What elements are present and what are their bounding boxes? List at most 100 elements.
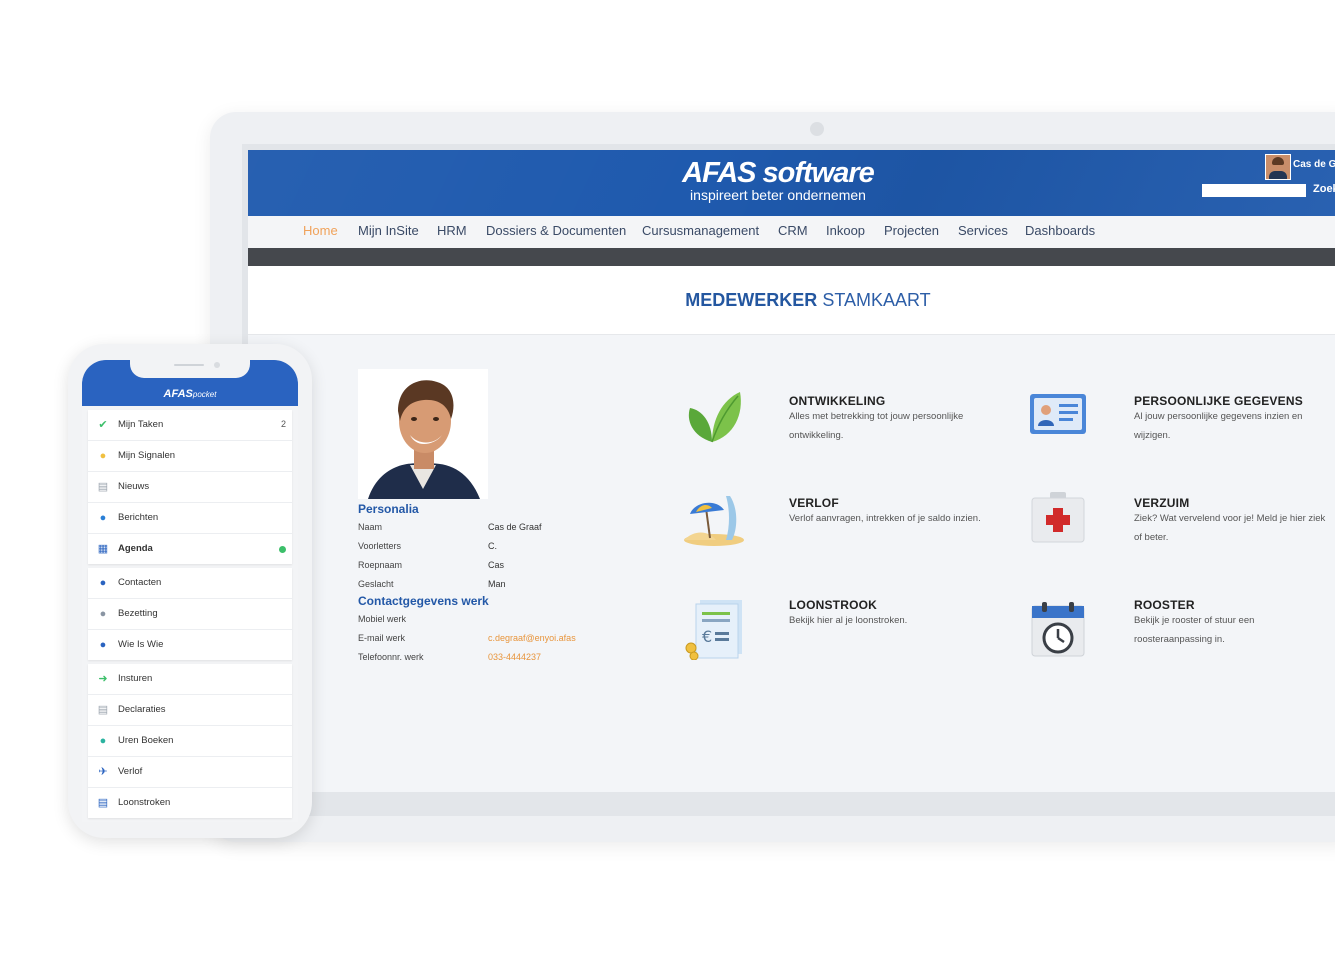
menu-item-mijn-taken[interactable]: ✔ Mijn Taken 2 [88, 410, 292, 441]
tile-verlof-desc: Verlof aanvragen, intrekken of je saldo … [789, 513, 981, 524]
laptop-camera [810, 122, 824, 136]
nav-projecten[interactable]: Projecten [884, 223, 939, 238]
menu-item-label: Wie Is Wie [118, 639, 164, 650]
afas-logo[interactable]: AFAS software inspireert beter onderneme… [678, 156, 878, 202]
menu-item-mijn-signalen[interactable]: ● Mijn Signalen [88, 441, 292, 472]
brand-name: AFAS software [682, 157, 875, 189]
field-label-telefoon: Telefoonnr. werk [358, 652, 424, 662]
nav-cursusmanagement[interactable]: Cursusmanagement [642, 223, 759, 238]
id-card-icon[interactable] [1026, 384, 1090, 448]
nav-crm[interactable]: CRM [778, 223, 808, 238]
bulb-icon: ● [99, 450, 107, 462]
menu-item-uren-boeken[interactable]: ● Uren Boeken [88, 726, 292, 757]
page-title-bold: MEDEWERKER [685, 290, 818, 310]
person-icon: ● [99, 577, 107, 589]
tile-rooster-desc: Bekijk je rooster of stuur een roosteraa… [1134, 615, 1255, 645]
receipt-icon: ▤ [97, 704, 109, 716]
clock-icon: ● [99, 735, 107, 747]
menu-item-nieuws[interactable]: ▤ Nieuws [88, 472, 292, 503]
phone-header: AFASpocket [82, 360, 298, 406]
nav-services[interactable]: Services [958, 223, 1008, 238]
payslip-icon[interactable]: € [682, 596, 746, 661]
menu-item-bezetting[interactable]: ● Bezetting [88, 599, 292, 630]
leaf-icon[interactable] [682, 384, 746, 448]
content-footer-strip [248, 792, 1335, 810]
toolbar-strip [248, 248, 1335, 266]
phone-screen: AFASpocket ✔ Mijn Taken 2 ● Mijn Signale… [82, 360, 298, 822]
calendar-clock-icon[interactable] [1026, 596, 1090, 660]
brand-tagline: inspireert beter ondernemen [690, 187, 866, 203]
first-aid-icon[interactable] [1026, 486, 1090, 550]
status-dot [279, 546, 286, 553]
menu-item-label: Nieuws [118, 481, 150, 492]
user-name[interactable]: Cas de Graaf [1293, 159, 1335, 170]
field-label-voorletters: Voorletters [358, 541, 402, 551]
afas-pocket-logo: AFASpocket [82, 388, 298, 400]
occupancy-icon: ● [99, 608, 107, 620]
page-title-rest: STAMKAART [822, 290, 931, 310]
menu-item-contacten[interactable]: ● Contacten [88, 568, 292, 599]
menu-item-verlof[interactable]: ✈ Verlof [88, 757, 292, 788]
field-label-email: E-mail werk [358, 633, 406, 643]
people-search-icon: ● [99, 639, 107, 651]
chat-icon: ● [99, 512, 107, 524]
calendar-icon: ▦ [97, 543, 109, 555]
employee-photo [358, 369, 488, 499]
search-input[interactable] [1202, 184, 1306, 197]
menu-group-2: ● Contacten ● Bezetting ● Wie Is Wie [88, 568, 292, 660]
plane-icon: ✈ [98, 766, 108, 778]
search-button[interactable]: Zoeken [1313, 183, 1335, 195]
field-label-naam: Naam [358, 522, 383, 532]
contact-heading: Contactgegevens werk [358, 594, 489, 608]
menu-item-insturen[interactable]: ➜ Insturen [88, 664, 292, 695]
beach-icon[interactable] [682, 486, 746, 550]
menu-item-label: Insturen [118, 673, 153, 684]
personalia-heading: Personalia [358, 502, 419, 516]
nav-dossiers[interactable]: Dossiers & Documenten [486, 223, 626, 238]
field-label-roepnaam: Roepnaam [358, 560, 403, 570]
user-avatar[interactable] [1265, 154, 1291, 180]
svg-text:€: € [702, 627, 712, 646]
menu-group-3: ➜ Insturen ▤ Declaraties ● Uren Boeken ✈… [88, 664, 292, 818]
menu-item-declaraties[interactable]: ▤ Declaraties [88, 695, 292, 726]
document-icon: ▤ [97, 797, 109, 809]
menu-item-label: Uren Boeken [118, 735, 174, 746]
main-navigation: Home Mijn InSite HRM Dossiers & Document… [248, 216, 1335, 249]
laptop-screen: AFAS software inspireert beter onderneme… [242, 144, 1335, 816]
email-link[interactable]: c.degraaf@enyoi.afas [488, 633, 576, 643]
nav-home[interactable]: Home [303, 223, 338, 238]
menu-item-loonstroken[interactable]: ▤ Loonstroken [88, 788, 292, 818]
nav-mijn-insite[interactable]: Mijn InSite [358, 223, 419, 238]
menu-item-label: Mijn Taken [118, 419, 164, 430]
tile-persoonlijk-title[interactable]: PERSOONLIJKE GEGEVENS [1134, 394, 1303, 408]
menu-item-berichten[interactable]: ● Berichten [88, 503, 292, 534]
field-value-roepnaam: Cas [488, 560, 505, 570]
phone-notch [130, 360, 250, 378]
menu-group-1: ✔ Mijn Taken 2 ● Mijn Signalen ▤ Nieuws … [88, 410, 292, 564]
phone-frame: AFASpocket ✔ Mijn Taken 2 ● Mijn Signale… [68, 344, 312, 838]
tile-loonstrook-title[interactable]: LOONSTROOK [789, 598, 877, 612]
tile-verlof-title[interactable]: VERLOF [789, 496, 839, 510]
tile-rooster-title[interactable]: ROOSTER [1134, 598, 1195, 612]
menu-item-wie-is-wie[interactable]: ● Wie Is Wie [88, 630, 292, 660]
field-value-geslacht: Man [488, 579, 506, 589]
phone-speaker [174, 364, 204, 366]
phone-link[interactable]: 033-4444237 [488, 652, 541, 662]
user-area: Cas de Graaf Zoeken [1199, 154, 1335, 210]
menu-item-label: Mijn Signalen [118, 450, 176, 461]
tile-loonstrook-desc: Bekijk hier al je loonstroken. [789, 615, 908, 626]
menu-item-label: Berichten [118, 512, 159, 523]
nav-inkoop[interactable]: Inkoop [826, 223, 865, 238]
menu-item-agenda[interactable]: ▦ Agenda [88, 534, 292, 564]
top-header: AFAS software inspireert beter onderneme… [248, 150, 1335, 216]
check-icon: ✔ [98, 419, 108, 431]
nav-dashboards[interactable]: Dashboards [1025, 223, 1095, 238]
phone-camera [214, 362, 220, 368]
tile-verzuim-desc: Ziek? Wat vervelend voor je! Meld je hie… [1134, 513, 1326, 543]
tile-verzuim-title[interactable]: VERZUIM [1134, 496, 1189, 510]
page-title: MEDEWERKER STAMKAART [248, 290, 1335, 311]
task-count-badge: 2 [280, 419, 286, 429]
tile-ontwikkeling-title[interactable]: ONTWIKKELING [789, 394, 885, 408]
nav-hrm[interactable]: HRM [437, 223, 467, 238]
menu-item-label: Contacten [118, 577, 162, 588]
